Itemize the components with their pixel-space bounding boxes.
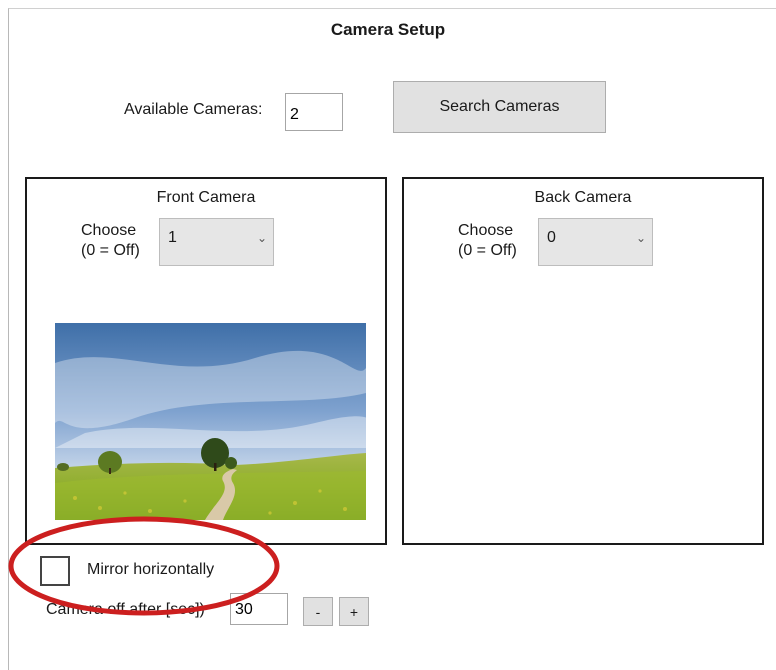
front-choose-label: Choose (0 = Off)	[81, 221, 140, 261]
search-cameras-button[interactable]: Search Cameras	[393, 81, 606, 133]
front-camera-selected-value: 1	[168, 229, 177, 246]
back-choose-label: Choose (0 = Off)	[458, 221, 517, 261]
page-title: Camera Setup	[330, 20, 446, 39]
chevron-down-icon: ⌄	[256, 231, 267, 245]
back-camera-selected-value: 0	[547, 229, 556, 246]
front-camera-select[interactable]: 1 ⌄	[159, 218, 274, 266]
front-choose-line2: (0 = Off)	[81, 242, 140, 259]
camera-off-seconds-field[interactable]	[230, 593, 288, 625]
mirror-horizontally-label: Mirror horizontally	[87, 561, 215, 578]
back-choose-line2: (0 = Off)	[458, 242, 517, 259]
decrease-seconds-button[interactable]: -	[303, 597, 333, 626]
back-choose-line1: Choose	[458, 222, 514, 239]
back-camera-title: Back Camera	[534, 189, 632, 206]
back-camera-panel: Back Camera Choose (0 = Off) 0 ⌄	[402, 177, 764, 545]
chevron-down-icon: ⌄	[635, 231, 646, 245]
front-camera-panel: Front Camera Choose (0 = Off) 1 ⌄	[25, 177, 387, 545]
front-choose-line1: Choose	[81, 222, 137, 239]
front-camera-title: Front Camera	[156, 189, 256, 206]
landscape-image	[55, 323, 366, 520]
landscape-preview-image	[55, 323, 366, 520]
mirror-horizontally-checkbox[interactable]	[40, 556, 70, 586]
back-camera-select[interactable]: 0 ⌄	[538, 218, 653, 266]
available-cameras-field[interactable]	[285, 93, 343, 131]
camera-off-after-label: Camera off after [sec])	[46, 601, 205, 618]
increase-seconds-button[interactable]: +	[339, 597, 369, 626]
available-cameras-label: Available Cameras:	[124, 101, 263, 118]
